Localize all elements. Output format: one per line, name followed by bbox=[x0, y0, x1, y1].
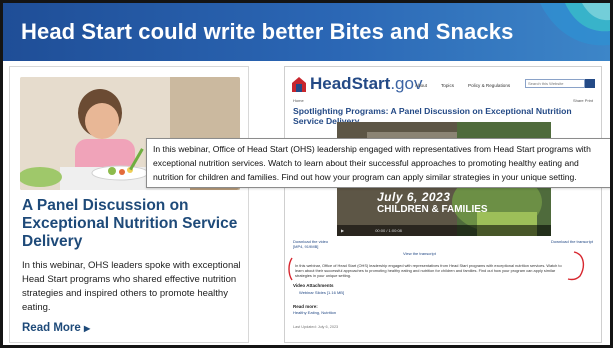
slide-header: Head Start could write better Bites and … bbox=[3, 3, 610, 61]
webinar-slides-link[interactable]: Webinar Slides [1.16 MB] bbox=[299, 290, 344, 295]
article-heading: A Panel Discussion on Exceptional Nutrit… bbox=[22, 197, 238, 250]
zoomed-text-callout: In this webinar, Office of Head Start (O… bbox=[146, 138, 610, 188]
decorative-swoosh bbox=[540, 3, 610, 46]
headstart-house-icon bbox=[292, 77, 306, 92]
video-controls[interactable]: ▶ 00:00 / 1:00:08 bbox=[337, 225, 551, 236]
site-search-input[interactable]: Search this Website bbox=[525, 79, 585, 88]
video-brand-text: CHILDREN & FAMILIES bbox=[377, 204, 488, 215]
share-print-links[interactable]: Share Print bbox=[573, 98, 593, 103]
download-video-link[interactable]: Download the video [MP4, 919MB] bbox=[293, 239, 328, 249]
search-icon[interactable] bbox=[585, 79, 595, 88]
video-attachments-heading: Video Attachments bbox=[293, 283, 334, 288]
topic-links[interactable]: Healthy Eating, Nutrition bbox=[293, 310, 336, 315]
read-more-label: Read More bbox=[22, 322, 81, 334]
read-more-link[interactable]: Read More ▶ bbox=[22, 322, 90, 334]
headstart-logo[interactable]: HeadStart.gov bbox=[291, 73, 422, 95]
breadcrumb[interactable]: Home bbox=[293, 98, 304, 103]
site-nav: About Topics Policy & Regulations bbox=[415, 83, 510, 88]
nav-item-about[interactable]: About bbox=[415, 83, 427, 88]
website-screenshot: HeadStart.gov About Topics Policy & Regu… bbox=[284, 66, 602, 343]
nav-item-topics[interactable]: Topics bbox=[441, 83, 454, 88]
slide-title: Head Start could write better Bites and … bbox=[21, 19, 514, 44]
video-time: 00:00 / 1:00:08 bbox=[375, 228, 402, 233]
view-transcript-toggle[interactable]: View the transcript bbox=[403, 251, 436, 256]
download-transcript-link[interactable]: Download the transcript bbox=[551, 239, 593, 244]
caret-right-icon: ▶ bbox=[84, 324, 91, 333]
play-icon[interactable]: ▶ bbox=[341, 228, 344, 233]
logo-main-text: HeadStart bbox=[310, 74, 391, 93]
download-video-size: [MP4, 919MB] bbox=[293, 244, 319, 249]
video-date: July 6, 2023 bbox=[377, 190, 451, 204]
slide-frame: Head Start could write better Bites and … bbox=[0, 0, 613, 348]
article-description: In this webinar, OHS leaders spoke with … bbox=[22, 260, 241, 313]
webpage-summary-paragraph: In this webinar, Office of Head Start (O… bbox=[295, 263, 562, 278]
last-updated-text: Last Updated: July 6, 2023 bbox=[293, 325, 339, 329]
nav-item-policy[interactable]: Policy & Regulations bbox=[468, 83, 510, 88]
read-more-heading: Read more: bbox=[293, 304, 318, 309]
article-card: A Panel Discussion on Exceptional Nutrit… bbox=[9, 66, 249, 343]
